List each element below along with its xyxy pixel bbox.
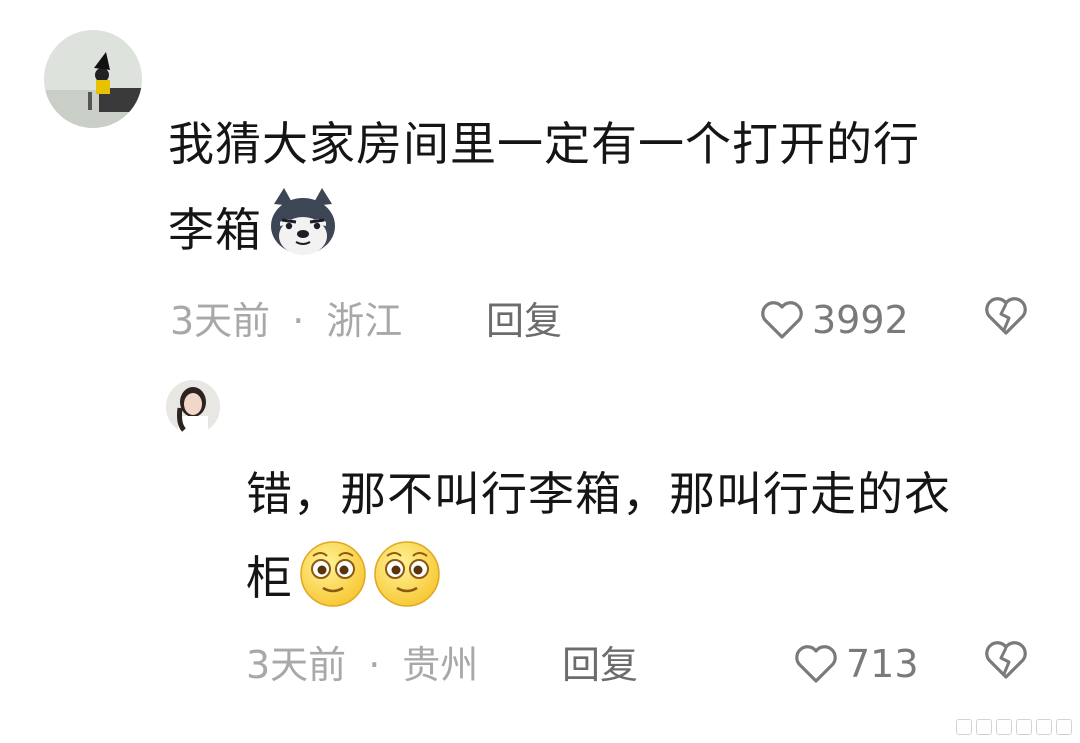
meta-separator: · xyxy=(368,643,381,687)
comment-text-line-1: 我猜大家房间里一定有一个打开的行 xyxy=(168,117,920,171)
husky-dog-emoji xyxy=(266,186,340,286)
comment-time: 3天前 xyxy=(246,643,347,687)
like-count: 713 xyxy=(846,642,919,686)
heart-outline-icon xyxy=(761,301,803,339)
broken-heart-icon xyxy=(985,297,1027,335)
like-button[interactable]: 3992 xyxy=(760,295,909,345)
comment-meta: 3天前 · 浙江 xyxy=(170,296,402,346)
avatar-image xyxy=(166,380,220,434)
watermark xyxy=(956,719,1072,735)
watermark-mark xyxy=(956,719,972,735)
comment-text-line-2: 柜 xyxy=(246,536,951,634)
comment-text-line-2-label: 李箱 xyxy=(168,203,262,257)
comment-text-line-2-label: 柜 xyxy=(246,551,293,605)
comment-text-line-2: 李箱 xyxy=(168,186,920,286)
watermark-mark xyxy=(976,719,992,735)
comment-meta: 3天前 · 贵州 xyxy=(246,640,478,690)
like-count: 3992 xyxy=(812,298,909,342)
like-button[interactable]: 713 xyxy=(794,639,919,689)
dislike-button[interactable] xyxy=(984,296,1028,340)
reply-button[interactable]: 回复 xyxy=(486,296,562,346)
watermark-mark xyxy=(1016,719,1032,735)
avatar[interactable] xyxy=(166,380,220,434)
comment-text-line-1: 错，那不叫行李箱，那叫行走的衣 xyxy=(246,467,951,521)
watermark-mark xyxy=(1056,719,1072,735)
reply-button[interactable]: 回复 xyxy=(562,640,638,690)
watermark-mark xyxy=(996,719,1012,735)
comment-time: 3天前 xyxy=(170,299,271,343)
heart-outline-icon xyxy=(795,645,837,683)
avatar-image xyxy=(44,30,142,128)
comment-region: 贵州 xyxy=(402,643,479,687)
comment-text: 我猜大家房间里一定有一个打开的行 李箱 xyxy=(168,102,920,286)
comment-text: 错，那不叫行李箱，那叫行走的衣 柜 xyxy=(246,452,951,634)
meta-separator: · xyxy=(292,299,305,343)
smiley-face-emoji xyxy=(371,536,443,634)
watermark-mark xyxy=(1036,719,1052,735)
dislike-button[interactable] xyxy=(984,640,1028,684)
broken-heart-icon xyxy=(985,641,1027,679)
smiley-face-emoji xyxy=(297,536,369,634)
avatar[interactable] xyxy=(44,30,142,128)
comment-region: 浙江 xyxy=(326,299,403,343)
